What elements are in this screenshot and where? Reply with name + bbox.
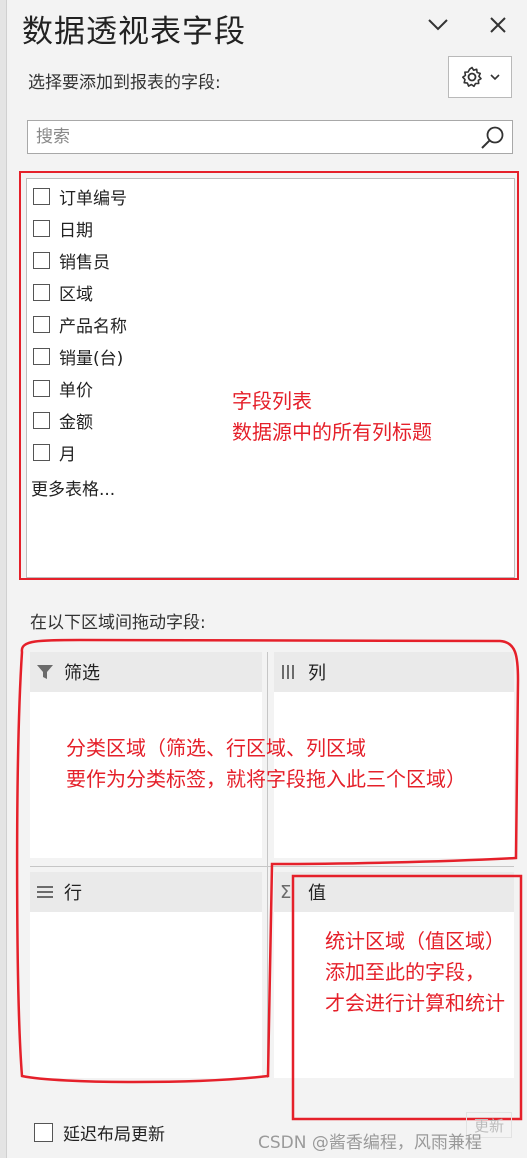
annotation-line: 才会进行计算和统计: [325, 991, 505, 1015]
stats-annotation: 统计区域（值区域） 添加至此的字段， 才会进行计算和统计: [325, 926, 515, 1019]
defer-layout-update[interactable]: 延迟布局更新: [34, 1120, 165, 1145]
watermark: CSDN @酱香编程，风雨兼程: [258, 1133, 482, 1153]
annotation-line: 添加至此的字段，: [325, 960, 485, 984]
category-annotation: 分类区域（筛选、行区域、列区域 要作为分类标签，就将字段拖入此三个区域）: [66, 733, 466, 795]
annotation-line: 分类区域（筛选、行区域、列区域: [66, 736, 366, 760]
defer-layout-label: 延迟布局更新: [63, 1125, 165, 1145]
defer-layout-checkbox[interactable]: [34, 1123, 53, 1142]
annotation-line: 要作为分类标签，就将字段拖入此三个区域）: [66, 767, 466, 791]
annotation-line: 统计区域（值区域）: [325, 929, 505, 953]
